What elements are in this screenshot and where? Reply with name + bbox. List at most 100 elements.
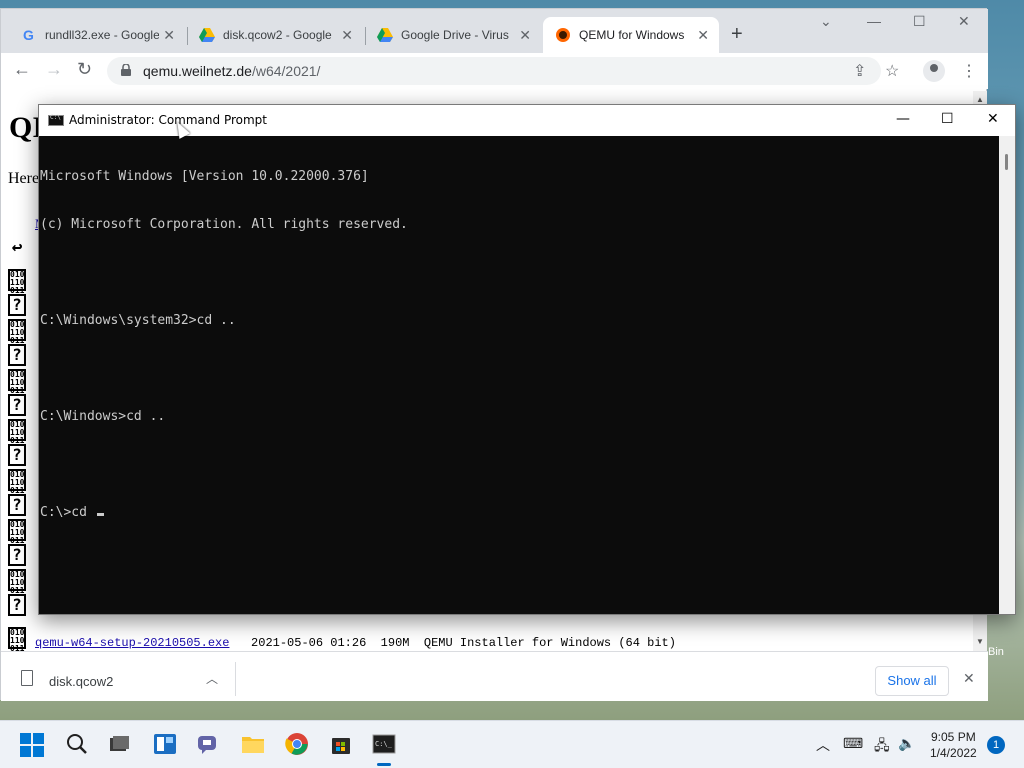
notification-badge[interactable]: 1 — [987, 736, 1005, 754]
binary-file-icon: 010 110 011 — [8, 369, 26, 395]
close-tab-icon[interactable]: ✕ — [519, 27, 531, 44]
tab-qemu-for-windows[interactable]: QEMU for Windows ✕ — [543, 17, 719, 53]
cmd-console-output[interactable]: Microsoft Windows [Version 10.0.22000.37… — [39, 136, 999, 614]
show-all-button[interactable]: Show all — [875, 666, 949, 696]
recycle-bin-label[interactable]: Bin — [988, 646, 1004, 658]
tab-title: disk.qcow2 - Google — [223, 28, 332, 42]
url-host: qemu.weilnetz.de — [143, 63, 252, 79]
back-arrow-icon[interactable]: ← — [13, 59, 31, 80]
teams-chat-icon[interactable] — [195, 731, 221, 757]
chevron-up-icon[interactable]: ︿ — [206, 670, 218, 687]
url-text[interactable]: qemu.weilnetz.de/w64/2021/ — [143, 63, 320, 79]
lock-icon — [121, 64, 131, 76]
clock-time: 9:05 PM — [931, 730, 976, 744]
browser-toolbar: ← → ↻ qemu.weilnetz.de/w64/2021/ ⇪ ☆ ⋮ — [1, 53, 988, 89]
binary-file-icon: 010 110 011 — [8, 319, 26, 345]
parent-directory-icon: ↩ — [8, 239, 26, 266]
binary-file-icon: 010 110 011 — [8, 469, 26, 495]
cmd-window-title: Administrator: Command Prompt — [69, 113, 267, 127]
chevron-up-icon[interactable]: ︿ — [816, 735, 830, 755]
maximize-icon[interactable]: ☐ — [941, 111, 954, 127]
download-file-name[interactable]: disk.qcow2 — [49, 674, 113, 689]
close-tab-icon[interactable]: ✕ — [697, 27, 709, 44]
windows-start-icon[interactable] — [20, 733, 44, 757]
close-tab-icon[interactable]: ✕ — [341, 27, 353, 44]
taskbar: C:\_ ︿ ⌨ 🖧 🔈 9:05 PM 1/4/2022 1 — [0, 720, 1024, 768]
qemu-icon — [555, 27, 571, 43]
maximize-icon[interactable]: ☐ — [913, 13, 926, 30]
unknown-file-icon: ? — [8, 594, 26, 616]
share-icon[interactable]: ⇪ — [853, 61, 866, 81]
close-tab-icon[interactable]: ✕ — [163, 27, 175, 44]
google-drive-icon — [377, 27, 393, 43]
keyboard-icon[interactable]: ⌨ — [843, 735, 863, 752]
console-line: C:\Windows\system32>cd .. — [40, 313, 236, 328]
reload-icon[interactable]: ↻ — [77, 59, 92, 80]
text-cursor — [96, 513, 104, 516]
unknown-file-icon: ? — [8, 394, 26, 416]
divider — [235, 662, 236, 696]
clock[interactable]: 9:05 PM 1/4/2022 — [930, 729, 977, 761]
task-view-icon[interactable] — [106, 731, 132, 757]
svg-text:G: G — [23, 27, 34, 43]
console-prompt-line[interactable]: C:\>cd — [40, 505, 999, 521]
google-drive-icon — [199, 27, 215, 43]
tab-strip: G rundll32.exe - Google ✕ disk.qcow2 - G… — [1, 9, 988, 53]
minimize-icon[interactable]: — — [867, 13, 881, 29]
binary-file-icon: 010 110 011 — [8, 269, 26, 295]
page-intro-text: Here — [8, 170, 40, 187]
command-prompt-window[interactable]: Administrator: Command Prompt — ☐ ✕ Micr… — [38, 104, 1016, 615]
unknown-file-icon: ? — [8, 494, 26, 516]
kebab-menu-icon[interactable]: ⋮ — [961, 61, 977, 81]
file-listing-row: qemu-w64-setup-20210505.exe 2021-05-06 0… — [35, 636, 676, 650]
console-line: C:\Windows>cd .. — [40, 409, 166, 424]
binary-file-icon: 010 110 011 — [8, 569, 26, 595]
forward-arrow-icon[interactable]: → — [45, 59, 63, 80]
clock-date: 1/4/2022 — [930, 746, 977, 760]
file-date: 2021-05-06 01:26 — [251, 636, 367, 650]
tab-disk-qcow2[interactable]: disk.qcow2 - Google ✕ — [187, 17, 363, 53]
file-description: QEMU Installer for Windows (64 bit) — [423, 636, 676, 650]
volume-icon[interactable]: 🔈 — [898, 735, 915, 752]
search-icon[interactable] — [64, 731, 90, 757]
active-app-indicator — [377, 763, 391, 766]
terminal-icon[interactable]: C:\_ — [371, 731, 397, 757]
network-icon[interactable]: 🖧 — [874, 735, 890, 759]
file-icon — [21, 670, 33, 686]
tab-google-drive[interactable]: Google Drive - Virus ✕ — [365, 17, 541, 53]
unknown-file-icon: ? — [8, 344, 26, 366]
unknown-file-icon: ? — [8, 544, 26, 566]
new-tab-button[interactable]: + — [731, 23, 743, 46]
file-link[interactable]: qemu-w64-setup-20210505.exe — [35, 636, 229, 650]
close-window-icon[interactable]: ✕ — [987, 111, 999, 127]
google-g-icon: G — [21, 27, 37, 43]
cmd-icon — [48, 114, 64, 126]
binary-file-icon: 010 110 011 — [8, 627, 26, 653]
close-window-icon[interactable]: ✕ — [958, 13, 970, 30]
scroll-up-icon[interactable]: ▲ — [976, 95, 984, 104]
file-explorer-icon[interactable] — [240, 731, 266, 757]
address-bar[interactable]: qemu.weilnetz.de/w64/2021/ — [107, 57, 881, 85]
tab-title: QEMU for Windows — [579, 28, 685, 42]
minimize-icon[interactable]: — — [896, 111, 910, 127]
tab-title: rundll32.exe - Google — [45, 28, 159, 42]
widgets-icon[interactable] — [152, 731, 178, 757]
tab-rundll32[interactable]: G rundll32.exe - Google ✕ — [9, 17, 185, 53]
profile-avatar-icon[interactable] — [923, 60, 945, 82]
scrollbar-thumb[interactable] — [1005, 154, 1008, 170]
cmd-scrollbar[interactable] — [999, 136, 1015, 614]
svg-text:C:\_: C:\_ — [375, 740, 393, 748]
unknown-file-icon: ? — [8, 294, 26, 316]
scroll-down-icon[interactable]: ▼ — [976, 637, 984, 646]
bookmark-star-icon[interactable]: ☆ — [885, 61, 899, 81]
close-icon[interactable]: ✕ — [963, 670, 975, 687]
url-path: /w64/2021/ — [251, 63, 321, 79]
console-input[interactable]: C:\>cd — [40, 505, 95, 520]
tab-title: Google Drive - Virus — [401, 28, 509, 42]
chrome-icon[interactable] — [284, 731, 310, 757]
tab-search-chevron-icon[interactable]: ⌄ — [820, 13, 832, 30]
console-line: (c) Microsoft Corporation. All rights re… — [40, 217, 408, 232]
microsoft-store-icon[interactable] — [328, 731, 354, 757]
